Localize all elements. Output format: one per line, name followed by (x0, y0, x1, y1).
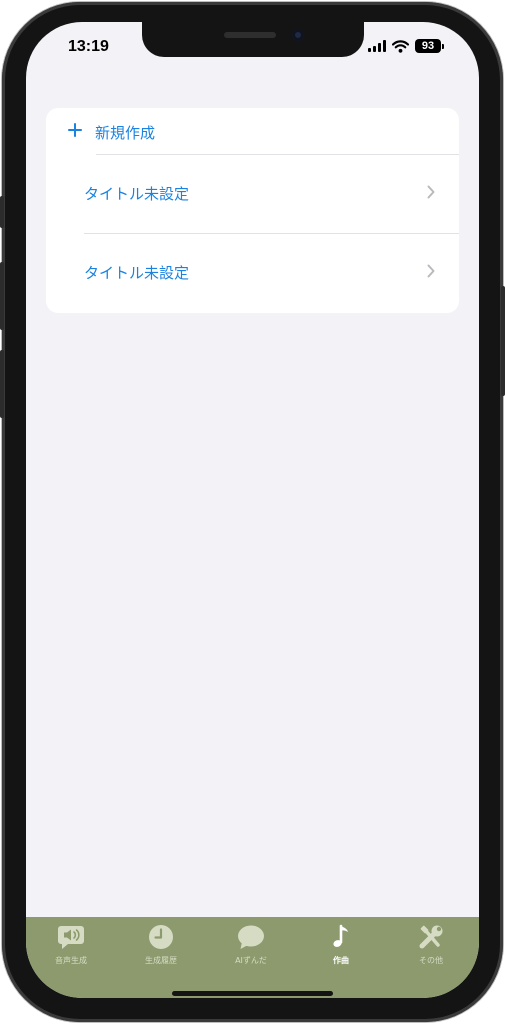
notch (142, 22, 364, 57)
home-indicator (172, 991, 333, 996)
screen: 13:19 93 新規作成 タイトル未設定 タイトル未設定 音声生成 生成履歴 … (26, 22, 479, 998)
front-camera (292, 29, 304, 41)
status-indicators: 93 (368, 39, 444, 53)
tab-other[interactable]: その他 (386, 917, 476, 977)
list-item-title: タイトル未設定 (84, 264, 190, 282)
music-note-icon (333, 924, 348, 947)
volume-up-button (0, 262, 4, 330)
cellular-signal-icon (368, 40, 386, 52)
tab-label: AIずんだ (235, 956, 267, 965)
silent-switch (0, 196, 4, 228)
list-item[interactable]: タイトル未設定 (46, 155, 459, 233)
new-composition-button[interactable]: 新規作成 (46, 108, 459, 154)
speaker-grille (224, 32, 276, 38)
battery-icon: 93 (415, 39, 441, 53)
volume-down-button (0, 350, 4, 418)
clock-icon (149, 925, 173, 949)
composition-list: 新規作成 タイトル未設定 タイトル未設定 (46, 108, 459, 313)
tab-label: その他 (419, 956, 443, 965)
status-time: 13:19 (68, 38, 109, 55)
tab-bar: 音声生成 生成履歴 AIずんだ 作曲 その他 (26, 917, 479, 998)
chevron-right-icon (427, 185, 435, 199)
wifi-icon (392, 39, 409, 53)
tab-label: 作曲 (333, 956, 349, 965)
tab-voice-generation[interactable]: 音声生成 (26, 917, 116, 977)
chat-bubble-icon (238, 925, 264, 949)
tab-composition[interactable]: 作曲 (296, 917, 386, 977)
plus-icon (68, 123, 82, 137)
chevron-right-icon (427, 264, 435, 278)
tab-label: 生成履歴 (145, 956, 177, 965)
battery-cap (442, 43, 444, 49)
battery-level: 93 (421, 40, 435, 52)
new-composition-label: 新規作成 (95, 124, 156, 142)
speech-bubble-speaker-icon (58, 926, 84, 949)
tab-label: 音声生成 (55, 956, 87, 965)
list-item-title: タイトル未設定 (84, 185, 190, 203)
power-button (501, 286, 505, 396)
tab-generation-history[interactable]: 生成履歴 (116, 917, 206, 977)
list-item[interactable]: タイトル未設定 (46, 234, 459, 312)
tab-ai-zunda[interactable]: AIずんだ (206, 917, 296, 977)
tools-icon (419, 925, 443, 949)
